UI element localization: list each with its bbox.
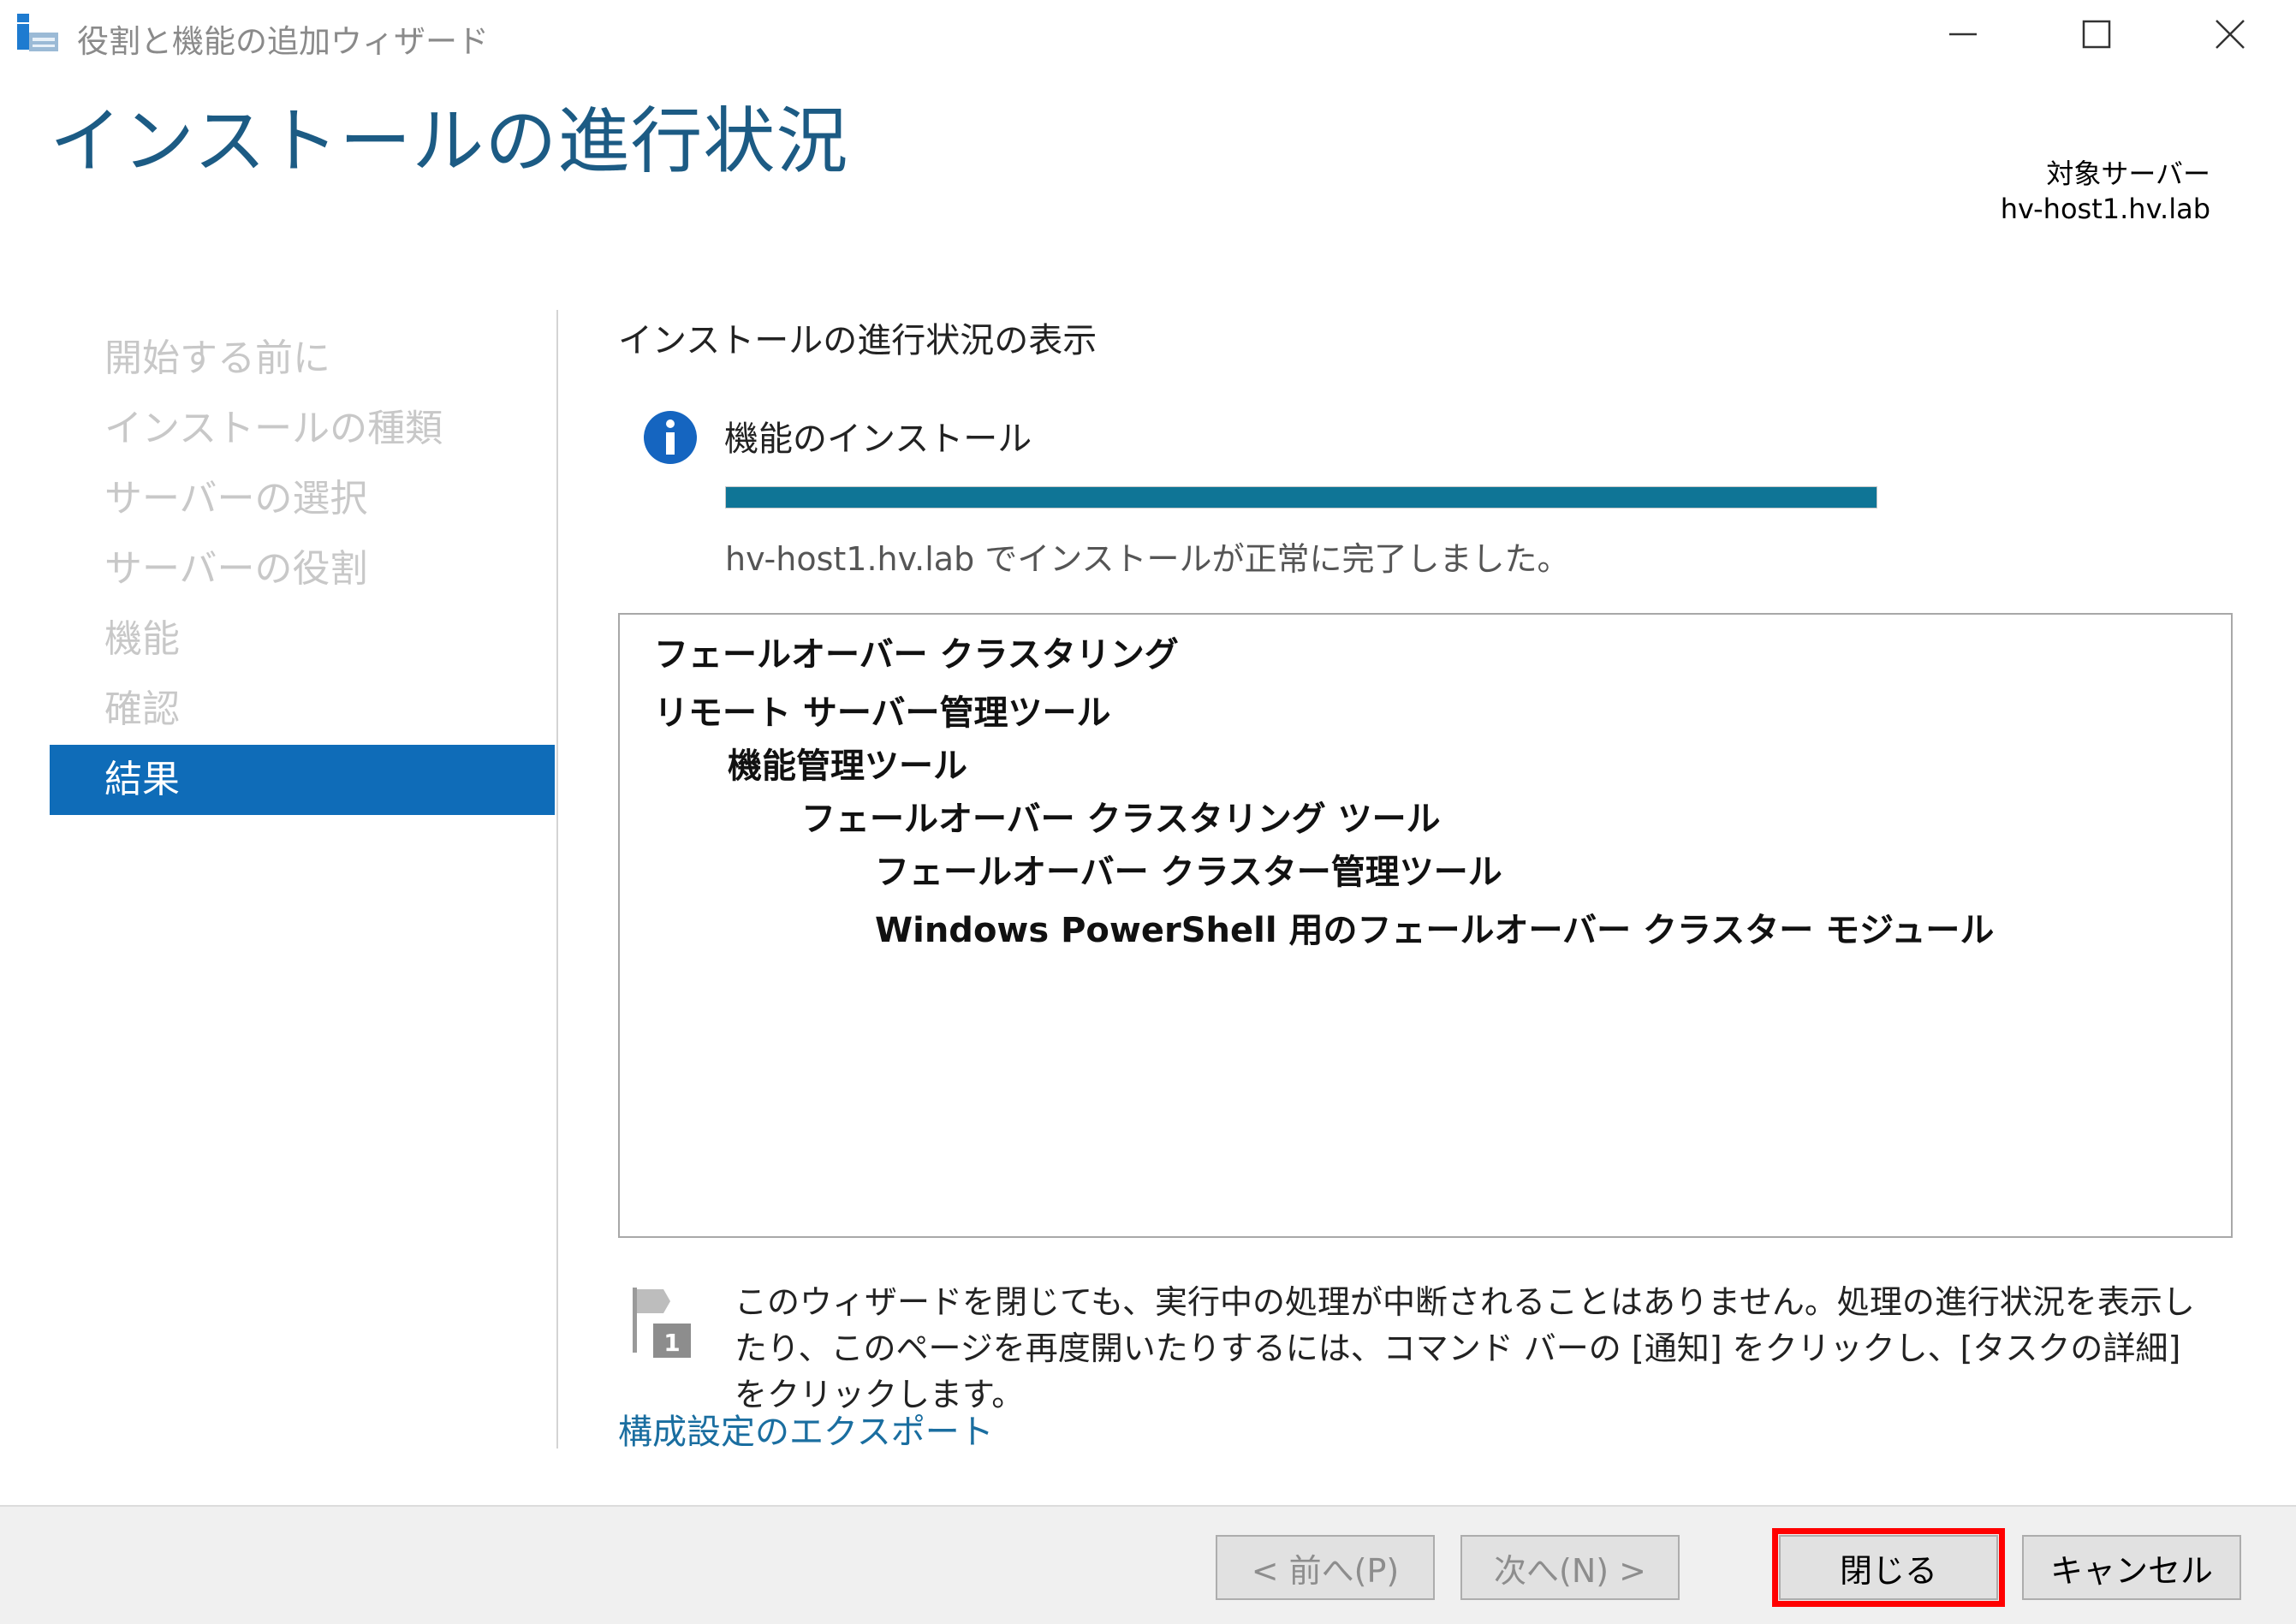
- next-button[interactable]: 次へ(N) >: [1460, 1535, 1680, 1600]
- nav-divider: [556, 310, 558, 1449]
- maximize-button[interactable]: [2032, 0, 2161, 68]
- nav-item-before-you-begin: 開始する前に: [104, 336, 330, 380]
- result-item: 機能管理ツール: [728, 747, 967, 786]
- note-text: このウィザードを閉じても、実行中の処理が中断されることはありません。処理の進行状…: [735, 1283, 2195, 1413]
- feature-install-label: 機能のインストール: [724, 419, 1032, 459]
- title-bar: 役割と機能の追加ウィザード: [0, 0, 2296, 68]
- previous-button[interactable]: < 前へ(P): [1216, 1535, 1435, 1600]
- minimize-button[interactable]: [1899, 0, 2027, 68]
- nav-item-confirmation: 確認: [104, 687, 180, 731]
- target-server-label: 対象サーバー: [2046, 158, 2210, 190]
- result-item: フェールオーバー クラスタリング: [654, 635, 1179, 675]
- nav-item-installation-type: インストールの種類: [104, 407, 443, 450]
- window-title: 役割と機能の追加ウィザード: [77, 23, 489, 60]
- close-icon: [2216, 20, 2245, 49]
- results-list: フェールオーバー クラスタリング リモート サーバー管理ツール 機能管理ツール …: [618, 613, 2233, 1238]
- nav-item-server-selection: サーバーの選択: [104, 477, 368, 521]
- result-item: Windows PowerShell 用のフェールオーバー クラスター モジュー…: [875, 911, 1995, 950]
- maximize-icon: [2082, 20, 2111, 49]
- install-status-text: hv-host1.hv.lab でインストールが正常に完了しました。: [725, 540, 1570, 578]
- wizard-nav: 開始する前に インストールの種類 サーバーの選択 サーバーの役割 機能 確認 結…: [50, 324, 555, 815]
- nav-item-server-roles: サーバーの役割: [104, 547, 368, 591]
- cancel-button[interactable]: キャンセル: [2022, 1535, 2241, 1600]
- progress-fill: [726, 487, 1877, 508]
- nav-item-features: 機能: [104, 617, 180, 661]
- target-server-name: hv-host1.hv.lab: [2000, 193, 2210, 225]
- result-item: フェールオーバー クラスタリング ツール: [801, 800, 1441, 839]
- info-icon: [644, 411, 697, 464]
- close-window-button[interactable]: [2166, 0, 2294, 68]
- nav-item-results[interactable]: 結果: [50, 745, 555, 815]
- export-config-link[interactable]: 構成設定のエクスポート: [618, 1404, 994, 1454]
- close-button-highlight: [1772, 1528, 2005, 1607]
- server-manager-icon: [17, 14, 58, 51]
- notification-badge: 1: [663, 1328, 681, 1357]
- section-heading: インストールの進行状況の表示: [618, 321, 1097, 360]
- minimize-icon: [1949, 33, 1977, 36]
- install-progress-bar: [725, 486, 1877, 509]
- result-item: フェールオーバー クラスター管理ツール: [875, 853, 1502, 892]
- page-title: インストールの進行状況: [50, 99, 849, 183]
- result-item: リモート サーバー管理ツール: [654, 693, 1111, 733]
